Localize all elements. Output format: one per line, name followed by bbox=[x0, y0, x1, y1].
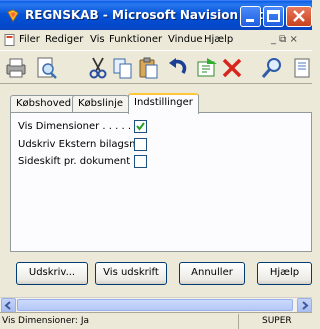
minimize-button[interactable] bbox=[240, 6, 261, 27]
menu-hjaelp[interactable]: Hjælp bbox=[204, 34, 233, 45]
horizontal-scrollbar[interactable] bbox=[0, 297, 312, 313]
help-button[interactable]: Hjælp bbox=[257, 262, 312, 285]
maximize-icon bbox=[267, 10, 280, 22]
navision-app-icon bbox=[7, 9, 19, 22]
button-row: Udskriv... Vis udskrift Annuller Hjælp bbox=[0, 262, 312, 288]
close-icon bbox=[293, 10, 305, 22]
print-preview-icon[interactable] bbox=[34, 56, 58, 80]
status-bar: Vis Dimensioner: Ja SUPER bbox=[0, 312, 312, 329]
print-button[interactable]: Udskriv... bbox=[16, 262, 88, 285]
new-record-icon[interactable] bbox=[195, 56, 219, 80]
udskriv-ekstern-label: Udskriv Ekstern bilagsn... bbox=[18, 139, 145, 150]
title-bar[interactable]: REGNSKAB - Microsoft Navision Attain - .… bbox=[0, 0, 312, 30]
arrow-left-icon bbox=[4, 301, 11, 310]
arrow-right-icon bbox=[302, 301, 309, 310]
copy-icon[interactable] bbox=[111, 56, 135, 80]
menu-vindue[interactable]: Vindue bbox=[168, 34, 203, 45]
sideskift-checkbox[interactable] bbox=[134, 155, 147, 168]
checkmark-icon bbox=[136, 122, 145, 131]
scroll-thumb[interactable] bbox=[17, 299, 293, 311]
paste-icon[interactable] bbox=[136, 56, 160, 80]
find-icon[interactable] bbox=[260, 56, 284, 80]
delete-icon[interactable] bbox=[220, 56, 244, 80]
print-icon[interactable] bbox=[4, 56, 28, 80]
menu-bar: Filer Rediger Vis Funktioner Vindue Hjæl… bbox=[0, 31, 312, 50]
udskriv-ekstern-checkbox[interactable] bbox=[134, 138, 147, 151]
document-menu-icon[interactable] bbox=[4, 34, 16, 46]
status-text: Vis Dimensioner: Ja bbox=[2, 316, 89, 326]
scroll-left-button[interactable] bbox=[1, 298, 16, 313]
maximize-button[interactable] bbox=[263, 6, 284, 27]
menu-rediger[interactable]: Rediger bbox=[45, 34, 83, 45]
scroll-right-button[interactable] bbox=[297, 298, 312, 313]
tab-indstillinger[interactable]: Indstillinger bbox=[128, 93, 199, 114]
close-button[interactable] bbox=[286, 6, 312, 27]
status-user: SUPER bbox=[262, 316, 292, 326]
toolbar bbox=[0, 50, 312, 84]
menu-funktioner[interactable]: Funktioner bbox=[109, 34, 162, 45]
tab-kobshoved[interactable]: Købshoved bbox=[10, 95, 78, 113]
sideskift-label: Sideskift pr. dokument . . bbox=[18, 156, 143, 167]
status-divider bbox=[238, 314, 239, 329]
cut-icon[interactable] bbox=[86, 56, 110, 80]
mdi-window-controls[interactable]: _ ⧉ × bbox=[271, 34, 298, 45]
minimize-icon bbox=[246, 19, 254, 22]
preview-button[interactable]: Vis udskrift bbox=[95, 262, 167, 285]
cancel-button[interactable]: Annuller bbox=[179, 262, 245, 285]
vis-dimensioner-checkbox[interactable] bbox=[134, 120, 147, 133]
tab-kobslinje[interactable]: Købslinje bbox=[72, 95, 130, 113]
undo-icon[interactable] bbox=[166, 56, 190, 80]
vis-dimensioner-label: Vis Dimensioner . . . . . . bbox=[18, 121, 138, 132]
settings-panel: Vis Dimensioner . . . . . . Udskriv Ekst… bbox=[10, 112, 312, 252]
menu-vis[interactable]: Vis bbox=[90, 34, 105, 45]
filter-icon[interactable] bbox=[292, 56, 316, 80]
menu-filer[interactable]: Filer bbox=[19, 34, 40, 45]
